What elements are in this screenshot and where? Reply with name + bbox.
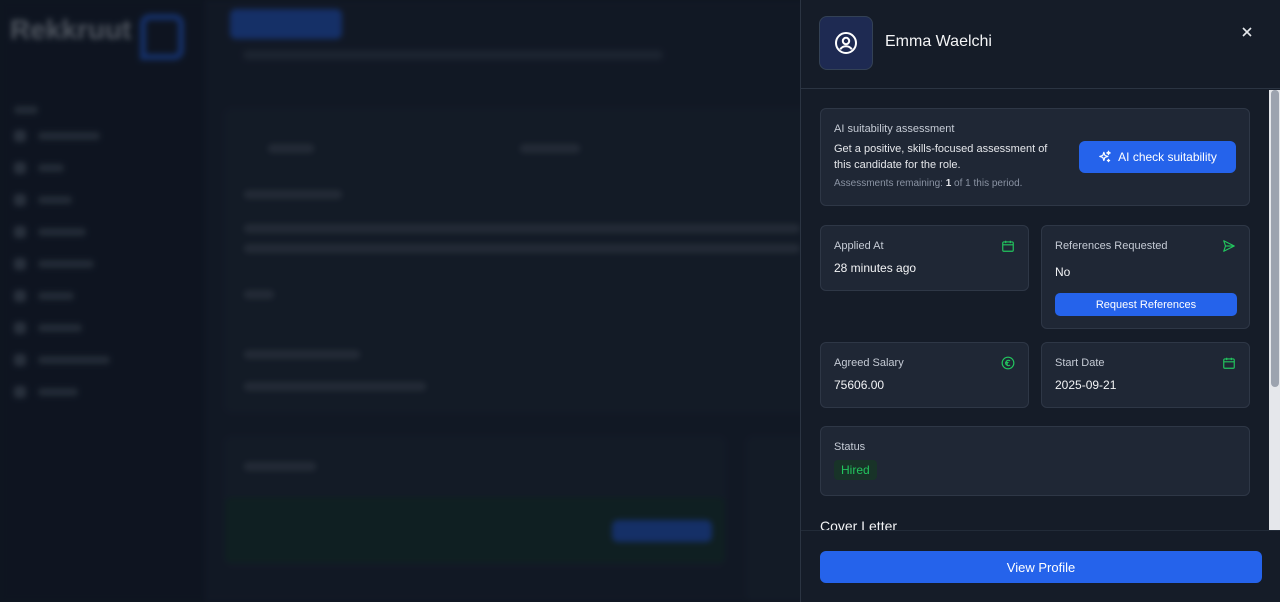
ai-assessment-card: AI suitability assessment Get a positive… bbox=[820, 108, 1250, 206]
ai-assessment-description: Get a positive, skills-focused assessmen… bbox=[834, 143, 1048, 171]
cover-letter-title: Cover Letter bbox=[820, 518, 898, 530]
close-icon bbox=[1242, 27, 1252, 37]
agreed-salary-label: Agreed Salary bbox=[834, 357, 904, 369]
overlay-backdrop[interactable] bbox=[0, 0, 800, 602]
status-badge: Hired bbox=[834, 460, 877, 480]
status-card: Status Hired bbox=[820, 426, 1250, 496]
ai-remaining-suffix: of 1 this period. bbox=[951, 178, 1023, 189]
candidate-drawer: Emma Waelchi AI suitability assessment G… bbox=[800, 0, 1280, 602]
scrollbar-thumb[interactable] bbox=[1271, 90, 1279, 387]
ai-check-suitability-button[interactable]: AI check suitability bbox=[1079, 141, 1236, 173]
agreed-salary-card: Agreed Salary 75606.00 bbox=[820, 342, 1029, 408]
start-date-card: Start Date 2025-09-21 bbox=[1041, 342, 1250, 408]
applied-at-card: Applied At 28 minutes ago bbox=[820, 225, 1029, 291]
references-label: References Requested bbox=[1055, 240, 1168, 252]
calendar-icon bbox=[1223, 357, 1235, 369]
ai-remaining-prefix: Assessments remaining: bbox=[834, 178, 946, 189]
request-references-button[interactable]: Request References bbox=[1055, 293, 1237, 316]
ai-assessment-title: AI suitability assessment bbox=[834, 123, 955, 135]
drawer-scrollbar[interactable] bbox=[1269, 90, 1280, 530]
references-value: No bbox=[1055, 265, 1071, 279]
start-date-value: 2025-09-21 bbox=[1055, 378, 1117, 392]
candidate-name: Emma Waelchi bbox=[885, 33, 992, 50]
close-button[interactable] bbox=[1237, 22, 1257, 42]
send-icon bbox=[1223, 240, 1235, 252]
drawer-body: AI suitability assessment Get a positive… bbox=[801, 90, 1280, 530]
sparkles-icon bbox=[1099, 150, 1111, 163]
status-label: Status bbox=[834, 441, 866, 453]
ai-check-suitability-label: AI check suitability bbox=[1118, 150, 1217, 164]
euro-icon bbox=[1001, 356, 1015, 370]
avatar bbox=[819, 16, 873, 70]
start-date-label: Start Date bbox=[1055, 357, 1105, 369]
agreed-salary-value: 75606.00 bbox=[834, 378, 885, 392]
applied-at-label: Applied At bbox=[834, 240, 884, 252]
drawer-footer: View Profile bbox=[801, 530, 1280, 602]
references-card: References Requested No Request Referenc… bbox=[1041, 225, 1250, 329]
view-profile-button[interactable]: View Profile bbox=[820, 551, 1262, 583]
applied-at-value: 28 minutes ago bbox=[834, 261, 917, 275]
user-circle-icon bbox=[835, 32, 857, 54]
calendar-icon bbox=[1002, 240, 1014, 252]
ai-remaining-text: Assessments remaining: 1 of 1 this perio… bbox=[834, 178, 1022, 189]
drawer-header: Emma Waelchi bbox=[801, 0, 1280, 89]
